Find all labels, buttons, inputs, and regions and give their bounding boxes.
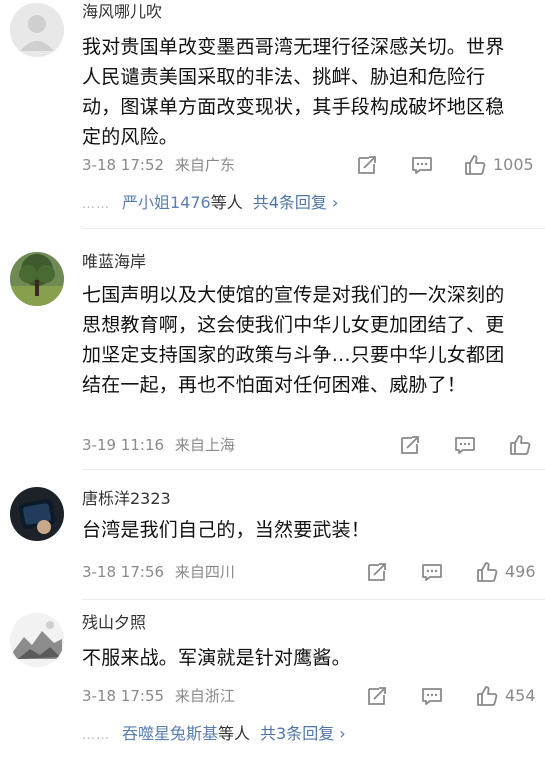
username[interactable]: 唯蓝海岸 xyxy=(82,252,146,272)
share-edit-icon xyxy=(401,436,419,454)
timestamp: 3-18 17:52 xyxy=(82,156,165,174)
comment-item: 唯蓝海岸 七国声明以及大使馆的宣传是对我们的一次深刻的思想教育啊，这会使我们中华… xyxy=(0,240,545,470)
repost-button[interactable] xyxy=(365,560,389,584)
reply-dots: …… xyxy=(82,197,110,212)
comment-text: 台湾是我们自己的，当然要武装！ xyxy=(82,519,371,541)
more-replies-link[interactable]: 共4条回复 › xyxy=(253,193,339,212)
thumbs-up-icon xyxy=(510,435,531,455)
comment-meta: 3-18 17:56 来自四川 xyxy=(82,562,235,582)
like-count: 454 xyxy=(505,686,536,705)
comment-item: 唐栎洋2323 台湾是我们自己的，当然要武装！ 3-18 17:56 来自四川 … xyxy=(0,475,545,600)
username[interactable]: 海风哪儿吹 xyxy=(82,2,162,22)
location: 来自四川 xyxy=(174,563,235,581)
timestamp: 3-18 17:56 xyxy=(82,563,165,581)
like-button[interactable]: 454 xyxy=(475,684,536,708)
comment-button[interactable] xyxy=(410,153,434,177)
tree-avatar-icon xyxy=(10,252,64,306)
comment-button[interactable] xyxy=(420,684,444,708)
landscape-avatar-icon xyxy=(10,613,64,667)
avatar[interactable] xyxy=(10,613,64,667)
comment-item: 残山夕照 不服来战。军演就是针对鹰酱。 3-18 17:55 来自浙江 454 … xyxy=(0,605,545,764)
like-button[interactable] xyxy=(508,433,532,457)
comment-text: 七国声明以及大使馆的宣传是对我们的一次深刻的思想教育啊，这会使我们中华儿女更加团… xyxy=(82,284,505,396)
reply-etc: 等人 xyxy=(210,193,243,212)
photo-avatar-icon xyxy=(10,487,64,541)
like-count: 496 xyxy=(505,562,536,581)
comment-icon xyxy=(412,157,432,174)
timestamp: 3-19 11:16 xyxy=(82,436,165,454)
share-edit-icon xyxy=(358,156,376,174)
comment-meta: 3-18 17:52 来自广东 xyxy=(82,155,235,175)
reply-summary[interactable]: …… 严小姐1476等人 共4条回复 › xyxy=(82,192,338,216)
comment-meta: 3-19 11:16 来自上海 xyxy=(82,435,235,455)
username[interactable]: 唐栎洋2323 xyxy=(82,489,171,509)
comment-meta: 3-18 17:55 来自浙江 xyxy=(82,686,235,706)
avatar[interactable] xyxy=(10,252,64,306)
location: 来自广东 xyxy=(174,156,235,174)
comment-icon xyxy=(422,564,442,581)
divider xyxy=(82,469,545,470)
share-edit-icon xyxy=(368,563,386,581)
avatar[interactable] xyxy=(10,487,64,541)
comment-icon xyxy=(455,437,475,454)
divider xyxy=(82,599,545,600)
thumbs-up-icon xyxy=(465,155,486,175)
reply-dots: …… xyxy=(82,728,110,743)
thumbs-up-icon xyxy=(477,562,498,582)
avatar[interactable] xyxy=(10,3,64,57)
comment-icon xyxy=(422,688,442,705)
thumbs-up-icon xyxy=(477,686,498,706)
more-replies-link[interactable]: 共3条回复 › xyxy=(260,724,346,743)
comment-text: 不服来战。军演就是针对鹰酱。 xyxy=(82,647,351,669)
comment-button[interactable] xyxy=(453,433,477,457)
repost-button[interactable] xyxy=(365,684,389,708)
comment-button[interactable] xyxy=(420,560,444,584)
reply-etc: 等人 xyxy=(218,724,251,743)
reply-user[interactable]: 吞噬星兔斯基 xyxy=(122,724,218,743)
like-button[interactable]: 496 xyxy=(475,560,536,584)
divider xyxy=(82,228,545,229)
reply-user[interactable]: 严小姐1476 xyxy=(122,193,211,212)
username[interactable]: 残山夕照 xyxy=(82,613,146,633)
like-button[interactable]: 1005 xyxy=(463,153,534,177)
location: 来自浙江 xyxy=(174,687,235,705)
share-edit-icon xyxy=(368,687,386,705)
location: 来自上海 xyxy=(174,436,235,454)
repost-button[interactable] xyxy=(355,153,379,177)
comment-item: 海风哪儿吹 我对贵国单改变墨西哥湾无理行径深感关切。世界人民谴责美国采取的非法、… xyxy=(0,0,545,230)
like-count: 1005 xyxy=(493,155,534,174)
comment-text: 我对贵国单改变墨西哥湾无理行径深感关切。世界人民谴责美国采取的非法、挑衅、胁迫和… xyxy=(82,36,505,148)
repost-button[interactable] xyxy=(398,433,422,457)
timestamp: 3-18 17:55 xyxy=(82,687,165,705)
default-avatar-icon xyxy=(10,3,64,57)
reply-summary[interactable]: …… 吞噬星兔斯基等人 共3条回复 › xyxy=(82,723,346,747)
